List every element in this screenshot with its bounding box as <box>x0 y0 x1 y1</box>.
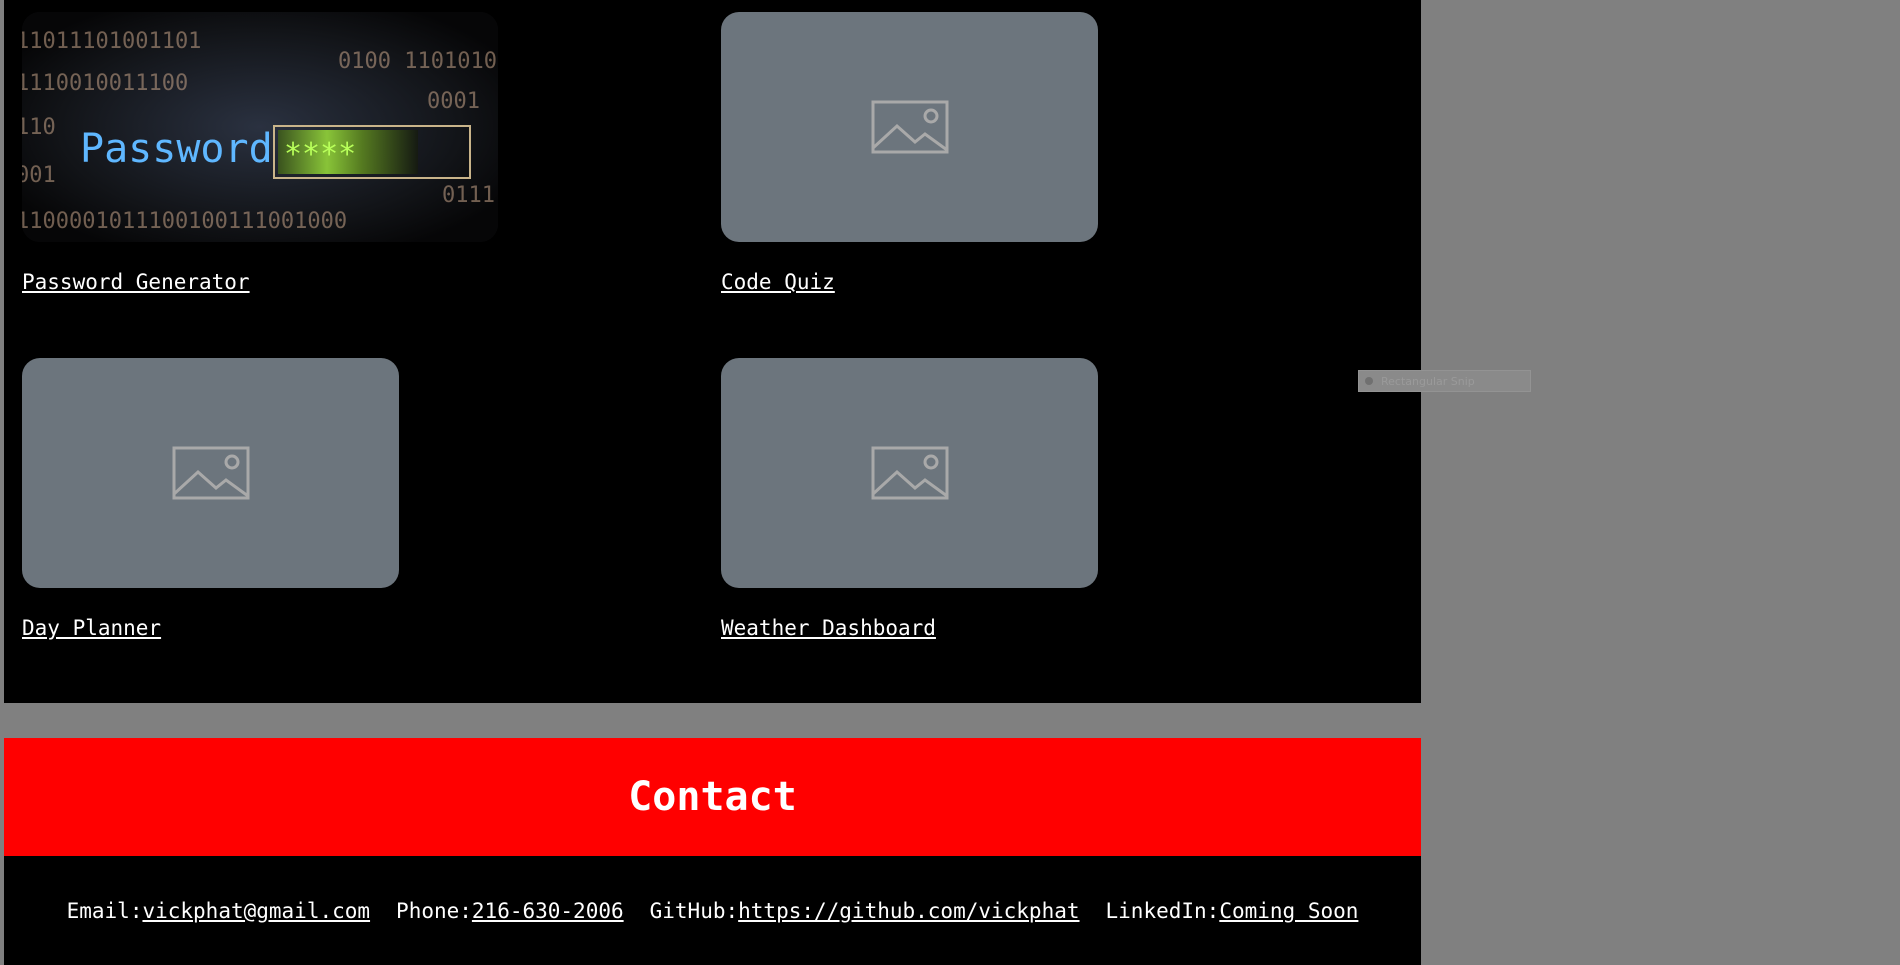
weather-dashboard-image-placeholder[interactable] <box>721 358 1098 588</box>
image-placeholder-icon <box>172 446 249 500</box>
project-card-password-generator: 11011101001101 0100 11010101 11100100111… <box>22 12 498 294</box>
projects-section: 11011101001101 0100 11010101 11100100111… <box>4 0 1421 703</box>
contact-email: Email:vickphat@gmail.com <box>67 899 370 923</box>
svg-text:0001: 0001 <box>427 89 480 114</box>
snip-tooltip: Rectangular Snip <box>1358 370 1531 392</box>
svg-text:1100001011100100111001000: 1100001011100100111001000 <box>22 209 347 234</box>
project-link-code-quiz[interactable]: Code Quiz <box>721 270 1098 294</box>
svg-text:11011101001101: 11011101001101 <box>22 29 201 54</box>
password-caption-text: Password <box>80 126 273 172</box>
code-quiz-image-placeholder[interactable] <box>721 12 1098 242</box>
contact-heading: Contact <box>628 774 797 820</box>
svg-text:110: 110 <box>22 115 56 140</box>
github-link[interactable]: https://github.com/vickphat <box>738 899 1079 923</box>
github-label: GitHub: <box>649 898 739 923</box>
svg-text:****: **** <box>284 137 356 172</box>
svg-text:0111: 0111 <box>442 183 495 208</box>
phone-link[interactable]: 216-630-2006 <box>472 899 624 923</box>
password-image-art: 11011101001101 0100 11010101 11100100111… <box>22 12 498 242</box>
contact-header: Contact <box>4 738 1421 856</box>
contact-linkedin: LinkedIn:Coming Soon <box>1106 899 1359 923</box>
snip-tooltip-label: Rectangular Snip <box>1381 374 1475 388</box>
svg-text:0100 11010101: 0100 11010101 <box>338 49 498 74</box>
day-planner-image-placeholder[interactable] <box>22 358 399 588</box>
phone-label: Phone: <box>396 898 472 923</box>
snip-icon <box>1365 377 1373 385</box>
project-card-day-planner: Day Planner <box>22 358 399 640</box>
project-card-code-quiz: Code Quiz <box>721 12 1098 294</box>
project-link-weather-dashboard[interactable]: Weather Dashboard <box>721 616 1098 640</box>
project-link-password-generator[interactable]: Password Generator <box>22 270 498 294</box>
contact-phone: Phone:216-630-2006 <box>396 899 624 923</box>
image-placeholder-icon <box>871 100 948 154</box>
image-placeholder-icon <box>871 446 948 500</box>
email-link[interactable]: vickphat@gmail.com <box>142 899 370 923</box>
project-link-day-planner[interactable]: Day Planner <box>22 616 399 640</box>
contact-github: GitHub:https://github.com/vickphat <box>650 899 1080 923</box>
contact-info-bar: Email:vickphat@gmail.com Phone:216-630-2… <box>4 856 1421 965</box>
email-label: Email: <box>66 898 143 923</box>
svg-text:001: 001 <box>22 163 56 188</box>
project-card-weather-dashboard: Weather Dashboard <box>721 358 1098 640</box>
svg-text:1110010011100: 1110010011100 <box>22 71 188 96</box>
linkedin-label: LinkedIn: <box>1105 898 1220 923</box>
password-generator-screenshot[interactable]: 11011101001101 0100 11010101 11100100111… <box>22 12 498 242</box>
linkedin-link[interactable]: Coming Soon <box>1219 899 1358 923</box>
